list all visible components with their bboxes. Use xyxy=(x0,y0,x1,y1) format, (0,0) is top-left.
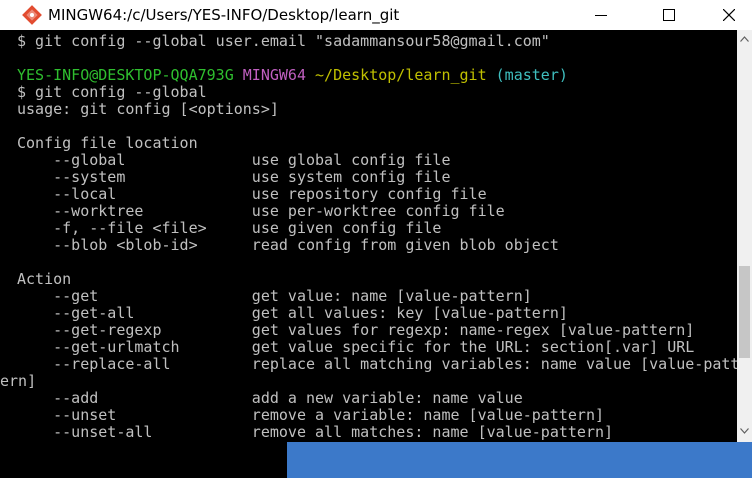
section-heading-action: Action xyxy=(17,270,72,288)
action-option-line: --get-urlmatch get value specific for th… xyxy=(17,338,695,356)
config-option-line: -f, --file <file> use given config file xyxy=(17,219,442,237)
maximize-icon xyxy=(663,9,675,21)
git-bash-icon xyxy=(22,5,42,25)
desktop-background xyxy=(287,442,752,478)
action-option-line: --get get value: name [value-pattern] xyxy=(17,287,532,305)
prompt-user-host: YES-INFO@DESKTOP-QQA793G xyxy=(17,66,234,84)
window-title: MINGW64:/c/Users/YES-INFO/Desktop/learn_… xyxy=(48,6,400,24)
config-option-line: --worktree use per-worktree config file xyxy=(17,202,505,220)
action-option-line: --add add a new variable: name value xyxy=(17,389,523,407)
usage-line: usage: git config [<options>] xyxy=(17,100,279,118)
command-line: $ git config --global xyxy=(17,83,207,101)
vertical-scrollbar[interactable] xyxy=(737,30,752,442)
scroll-down-arrow-icon[interactable] xyxy=(740,428,749,434)
minimize-button[interactable] xyxy=(578,0,624,30)
section-heading-config-file: Config file location xyxy=(17,134,198,152)
config-option-line: --system use system config file xyxy=(17,168,451,186)
action-option-line: --replace-all replace all matching varia… xyxy=(17,355,737,373)
action-option-line: --get-regexp get values for regexp: name… xyxy=(17,321,695,339)
title-bar[interactable]: MINGW64:/c/Users/YES-INFO/Desktop/learn_… xyxy=(0,0,752,30)
terminal-output[interactable]: $ git config --global user.email "sadamm… xyxy=(0,30,737,442)
background-area xyxy=(0,442,287,478)
scroll-up-arrow-icon[interactable] xyxy=(740,36,749,42)
scrollbar-thumb[interactable] xyxy=(739,266,750,358)
close-button[interactable] xyxy=(706,0,752,30)
prompt-branch: (master) xyxy=(495,66,568,84)
action-option-line: --get-all get all values: key [value-pat… xyxy=(17,304,568,322)
close-icon xyxy=(723,9,735,21)
previous-command-line: $ git config --global user.email "sadamm… xyxy=(17,32,550,50)
action-option-line: --unset-all remove all matches: name [va… xyxy=(17,423,614,441)
prompt-shell: MINGW64 xyxy=(242,66,306,84)
action-option-wrap-line: ern] xyxy=(0,372,37,390)
config-option-line: --blob <blob-id> read config from given … xyxy=(17,236,559,254)
maximize-button[interactable] xyxy=(646,0,692,30)
action-option-line: --unset remove a variable: name [value-p… xyxy=(17,406,604,424)
prompt-path: ~/Desktop/learn_git xyxy=(315,66,487,84)
config-option-line: --global use global config file xyxy=(17,151,451,169)
minimize-icon xyxy=(595,15,607,16)
config-option-line: --local use repository config file xyxy=(17,185,487,203)
prompt-line: YES-INFO@DESKTOP-QQA793G MINGW64 ~/Deskt… xyxy=(17,67,568,84)
